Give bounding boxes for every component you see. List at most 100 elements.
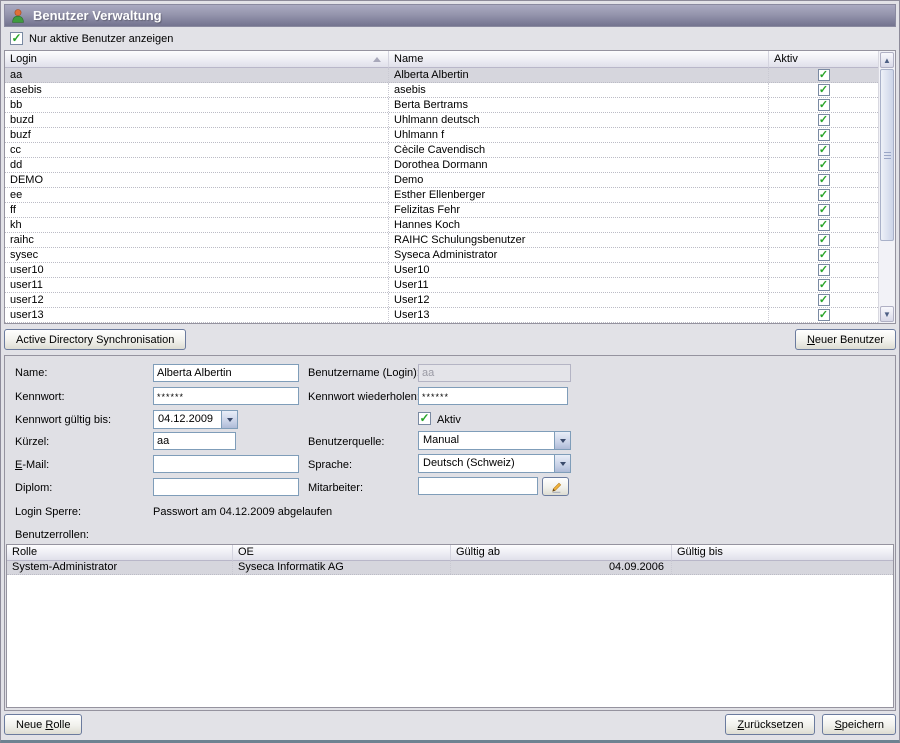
row-aktiv-checkbox[interactable]: [818, 129, 830, 141]
password-valid-until-label: Kennwort gültig bis:: [15, 414, 111, 426]
password-valid-until-datepicker[interactable]: 04.12.2009: [153, 410, 238, 429]
user-row[interactable]: user13 User13: [5, 308, 878, 323]
cell-login: buzd: [5, 113, 389, 127]
dropdown-arrow-button[interactable]: [554, 455, 570, 472]
user-row[interactable]: bb Berta Bertrams: [5, 98, 878, 113]
chevron-down-icon: [560, 439, 566, 443]
mitarbeiter-input[interactable]: [418, 477, 538, 495]
cell-login: user11: [5, 278, 389, 292]
save-button[interactable]: Speichern: [822, 714, 896, 735]
sprache-select[interactable]: Deutsch (Schweiz): [418, 454, 571, 473]
mitarbeiter-label: Mitarbeiter:: [308, 482, 363, 494]
user-row[interactable]: kh Hannes Koch: [5, 218, 878, 233]
row-aktiv-checkbox[interactable]: [818, 264, 830, 276]
new-role-button[interactable]: Neue Rolle: [4, 714, 82, 735]
login-sperre-label: Login Sperre:: [15, 506, 81, 518]
row-aktiv-checkbox[interactable]: [818, 84, 830, 96]
cell-aktiv: [769, 68, 878, 82]
kuerzel-label: Kürzel:: [15, 436, 49, 448]
diplom-input[interactable]: [153, 478, 299, 496]
password-repeat-input[interactable]: [418, 387, 568, 405]
benutzerquelle-select[interactable]: Manual: [418, 431, 571, 450]
dropdown-arrow-button[interactable]: [554, 432, 570, 449]
mitarbeiter-edit-button[interactable]: [542, 477, 569, 496]
footer-row: Neue Rolle Zurücksetzen Speichern: [3, 711, 897, 738]
cell-aktiv: [769, 248, 878, 262]
row-aktiv-checkbox[interactable]: [818, 114, 830, 126]
user-row[interactable]: cc Cècile Cavendisch: [5, 143, 878, 158]
user-row[interactable]: ff Felizitas Fehr: [5, 203, 878, 218]
reset-button[interactable]: Zurücksetzen: [725, 714, 815, 735]
name-label: Name:: [15, 367, 47, 379]
cell-aktiv: [769, 128, 878, 142]
kuerzel-input[interactable]: [153, 432, 236, 450]
user-row[interactable]: asebis asebis: [5, 83, 878, 98]
cell-name: RAIHC Schulungsbenutzer: [389, 233, 769, 247]
row-aktiv-checkbox[interactable]: [818, 144, 830, 156]
active-only-checkbox[interactable]: [10, 32, 23, 45]
name-input[interactable]: [153, 364, 299, 382]
aktiv-checkbox[interactable]: [418, 412, 431, 425]
cell-name: Felizitas Fehr: [389, 203, 769, 217]
cell-gueltig-bis: [672, 561, 893, 574]
column-header-rolle[interactable]: Rolle: [7, 545, 233, 561]
role-row[interactable]: System-Administrator Syseca Informatik A…: [7, 561, 893, 575]
dropdown-arrow-button[interactable]: [221, 411, 237, 428]
row-aktiv-checkbox[interactable]: [818, 309, 830, 321]
row-aktiv-checkbox[interactable]: [818, 204, 830, 216]
new-user-button[interactable]: Neuer Benutzer: [795, 329, 896, 350]
user-row[interactable]: aa Alberta Albertin: [5, 68, 878, 83]
cell-login: buzf: [5, 128, 389, 142]
row-aktiv-checkbox[interactable]: [818, 294, 830, 306]
users-table-scrollbar[interactable]: ▲ ▼: [878, 51, 895, 323]
user-row[interactable]: dd Dorothea Dormann: [5, 158, 878, 173]
row-aktiv-checkbox[interactable]: [818, 279, 830, 291]
row-aktiv-checkbox[interactable]: [818, 159, 830, 171]
row-aktiv-checkbox[interactable]: [818, 69, 830, 81]
cell-aktiv: [769, 143, 878, 157]
cell-aktiv: [769, 308, 878, 322]
column-header-login[interactable]: Login: [5, 51, 389, 68]
column-header-aktiv[interactable]: Aktiv: [769, 51, 878, 68]
cell-login: kh: [5, 218, 389, 232]
email-input[interactable]: [153, 455, 299, 473]
titlebar: Benutzer Verwaltung: [4, 4, 896, 27]
row-aktiv-checkbox[interactable]: [818, 219, 830, 231]
scrollbar-thumb[interactable]: [880, 69, 894, 241]
row-aktiv-checkbox[interactable]: [818, 174, 830, 186]
active-directory-sync-button[interactable]: Active Directory Synchronisation: [4, 329, 186, 350]
user-row[interactable]: user11 User11: [5, 278, 878, 293]
column-header-name[interactable]: Name: [389, 51, 769, 68]
password-repeat-label: Kennwort wiederholen:: [308, 391, 420, 403]
column-header-gueltig-ab[interactable]: Gültig ab: [451, 545, 672, 561]
row-aktiv-checkbox[interactable]: [818, 234, 830, 246]
password-input[interactable]: [153, 387, 299, 405]
user-row[interactable]: raihc RAIHC Schulungsbenutzer: [5, 233, 878, 248]
sprache-label: Sprache:: [308, 459, 352, 471]
scrollbar-up-button[interactable]: ▲: [880, 52, 894, 68]
user-icon: [10, 8, 26, 24]
users-table-header: Login Name Aktiv: [5, 51, 878, 68]
user-row[interactable]: DEMO Demo: [5, 173, 878, 188]
cell-name: Cècile Cavendisch: [389, 143, 769, 157]
row-aktiv-checkbox[interactable]: [818, 249, 830, 261]
row-aktiv-checkbox[interactable]: [818, 99, 830, 111]
cell-name: Esther Ellenberger: [389, 188, 769, 202]
column-header-oe[interactable]: OE: [233, 545, 451, 561]
column-header-gueltig-bis[interactable]: Gültig bis: [672, 545, 893, 561]
scrollbar-down-button[interactable]: ▼: [880, 306, 894, 322]
user-row[interactable]: user10 User10: [5, 263, 878, 278]
pencil-icon: [549, 480, 563, 494]
user-row[interactable]: buzf Uhlmann f: [5, 128, 878, 143]
cell-aktiv: [769, 158, 878, 172]
user-row[interactable]: sysec Syseca Administrator: [5, 248, 878, 263]
user-row[interactable]: user12 User12: [5, 293, 878, 308]
user-row[interactable]: ee Esther Ellenberger: [5, 188, 878, 203]
user-row[interactable]: buzd Uhlmann deutsch: [5, 113, 878, 128]
cell-login: aa: [5, 68, 389, 82]
row-aktiv-checkbox[interactable]: [818, 189, 830, 201]
cell-name: Syseca Administrator: [389, 248, 769, 262]
sort-ascending-icon: [373, 57, 381, 62]
user-management-window: Benutzer Verwaltung Nur aktive Benutzer …: [0, 0, 900, 743]
aktiv-label: Aktiv: [437, 414, 461, 426]
